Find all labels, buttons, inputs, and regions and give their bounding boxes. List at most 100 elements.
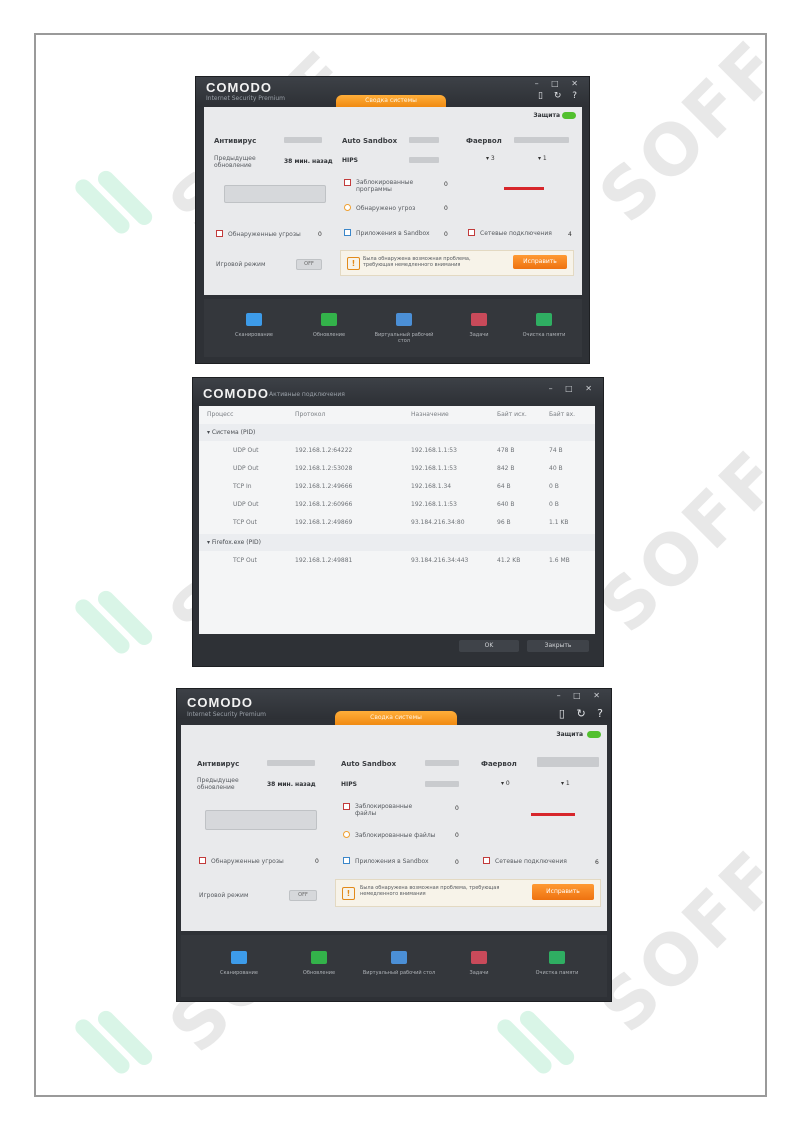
dock-tasks[interactable]: Задачи [444,313,514,338]
hips-status [425,760,459,766]
sandbox-apps-label-2[interactable]: Заблокированные файлы [355,832,435,839]
virtual-desktop-icon [396,313,412,326]
dock-update[interactable]: Обновление [281,951,357,976]
sandbox-apps-count: 0 [455,859,459,866]
window-controls[interactable]: – □ ✕ [557,691,605,700]
scan-button[interactable] [205,810,317,830]
threats-count: 0 [315,858,319,865]
dock-cleanup[interactable]: Очистка памяти [519,951,595,976]
bottom-dock: Сканирование Обновление Виртуальный рабо… [181,935,607,997]
blocked-count: 0 [444,181,448,188]
window-controls[interactable]: – □ ✕ [549,384,597,393]
fw-count: 6 [595,859,599,866]
fix-button[interactable]: Исправить [532,884,594,900]
game-mode-label: Игровой режим [216,261,266,268]
col-protocol[interactable]: Протокол [295,411,325,418]
cleanup-icon [536,313,552,326]
warning-icon: ! [347,257,360,270]
threats-label[interactable]: Обнаруженные угрозы [211,858,284,865]
firewall-out-count: ▾ 1 [538,155,547,162]
game-mode-toggle[interactable]: OFF [289,890,317,901]
sandbox-apps-icon [343,857,350,864]
traffic-bar [504,187,544,190]
firewall-header: Фаервол [481,760,517,768]
col-bytes-in[interactable]: Байт вх. [549,411,575,418]
blocked-label[interactable]: Заблокированные файлы [355,803,435,817]
detected-icon [344,204,351,211]
sandbox-header: Auto Sandbox [342,137,398,145]
group-name: ▾ Система (PID) [207,429,256,436]
protection-badge-label: Защита [533,112,560,119]
alert-text: Была обнаружена возможная проблема, треб… [360,885,500,897]
dock-scan[interactable]: Сканирование [219,313,289,338]
table-row[interactable]: TCP Out 192.168.1.2:49881 93.184.216.34:… [199,552,595,569]
ok-button[interactable]: OK [459,640,519,652]
blocked-count: 0 [455,805,459,812]
hips-status [409,137,439,143]
hips-level [409,157,439,163]
antivirus-header: Антивирус [214,137,257,145]
sandbox-apps-label[interactable]: Приложения в Sandbox [356,230,430,237]
header-icons[interactable]: ▯ ↻ ? [538,91,581,101]
antivirus-header: Антивирус [197,760,240,768]
blocked-label[interactable]: Заблокированные программы [356,179,426,193]
dock-virtual-desktop[interactable]: Виртуальный рабочий стол [369,313,439,344]
header-icons[interactable]: ▯ ↻ ? [559,707,607,720]
close-button[interactable]: Закрыть [527,640,589,652]
comodo-window-connections: COMODO Активные подключения – □ ✕ Процес… [192,377,604,667]
tasks-icon [471,313,487,326]
threats-count: 0 [318,231,322,238]
files-icon [343,831,350,838]
product-name: Internet Security Premium [206,95,285,102]
tab-summary[interactable]: Сводка системы [335,711,457,725]
table-row[interactable]: UDP Out 192.168.1.2:64222 192.168.1.1:53… [199,442,595,459]
summary-panel: Защита Антивирус Предыдущее обновление 3… [204,107,582,295]
fw-count: 4 [568,231,572,238]
title-bar: COMODO Активные подключения – □ ✕ [193,378,603,406]
alert-box: ! Была обнаружена возможная проблема, тр… [335,879,601,907]
table-row[interactable]: TCP Out 192.168.1.2:49869 93.184.216.34:… [199,514,595,531]
dock-scan[interactable]: Сканирование [201,951,277,976]
product-name: Internet Security Premium [187,711,266,718]
files-count: 0 [455,832,459,839]
fw-label[interactable]: Сетевые подключения [495,858,567,865]
game-mode-label: Игровой режим [199,892,249,899]
sandbox-apps-label[interactable]: Приложения в Sandbox [355,858,429,865]
col-process[interactable]: Процесс [207,411,233,418]
table-row[interactable]: TCP In 192.168.1.2:49666 192.168.1.34 64… [199,478,595,495]
dock-virtual-desktop[interactable]: Виртуальный рабочий стол [361,951,437,976]
fw-label[interactable]: Сетевые подключения [480,230,552,237]
antivirus-status-bar [267,760,315,766]
window-title: Активные подключения [269,391,345,398]
scan-button[interactable] [224,185,326,203]
threats-icon [216,230,223,237]
group-row[interactable]: ▾ Firefox.exe (PID) [199,534,595,551]
scan-icon [231,951,247,964]
dock-update[interactable]: Обновление [294,313,364,338]
fix-button[interactable]: Исправить [513,255,567,269]
game-mode-toggle[interactable]: OFF [296,259,322,270]
hips-label: HIPS [341,781,357,788]
dock-cleanup[interactable]: Очистка памяти [509,313,579,338]
col-bytes-out[interactable]: Байт исх. [497,411,527,418]
warning-icon: ! [342,887,355,900]
detected-label[interactable]: Обнаружено угроз [356,205,415,212]
comodo-logo: COMODO [187,695,253,710]
table-row[interactable]: UDP Out 192.168.1.2:60966 192.168.1.1:53… [199,496,595,513]
tab-summary[interactable]: Сводка системы [336,95,446,107]
threats-label[interactable]: Обнаруженные угрозы [228,231,301,238]
blocked-icon [343,803,350,810]
update-icon [321,313,337,326]
blocked-icon [344,179,351,186]
window-controls[interactable]: – □ ✕ [535,79,583,88]
last-update-label: Предыдущее обновление [214,155,256,169]
group-name: ▾ Firefox.exe (PID) [207,539,261,546]
protection-status-icon [562,112,576,119]
firewall-out-count: ▾ 1 [561,780,570,787]
last-update-value: 38 мин. назад [284,158,333,165]
virtual-desktop-icon [391,951,407,964]
col-destination[interactable]: Назначение [411,411,449,418]
dock-tasks[interactable]: Задачи [441,951,517,976]
table-row[interactable]: UDP Out 192.168.1.2:53028 192.168.1.1:53… [199,460,595,477]
group-row[interactable]: ▾ Система (PID) [199,424,595,441]
